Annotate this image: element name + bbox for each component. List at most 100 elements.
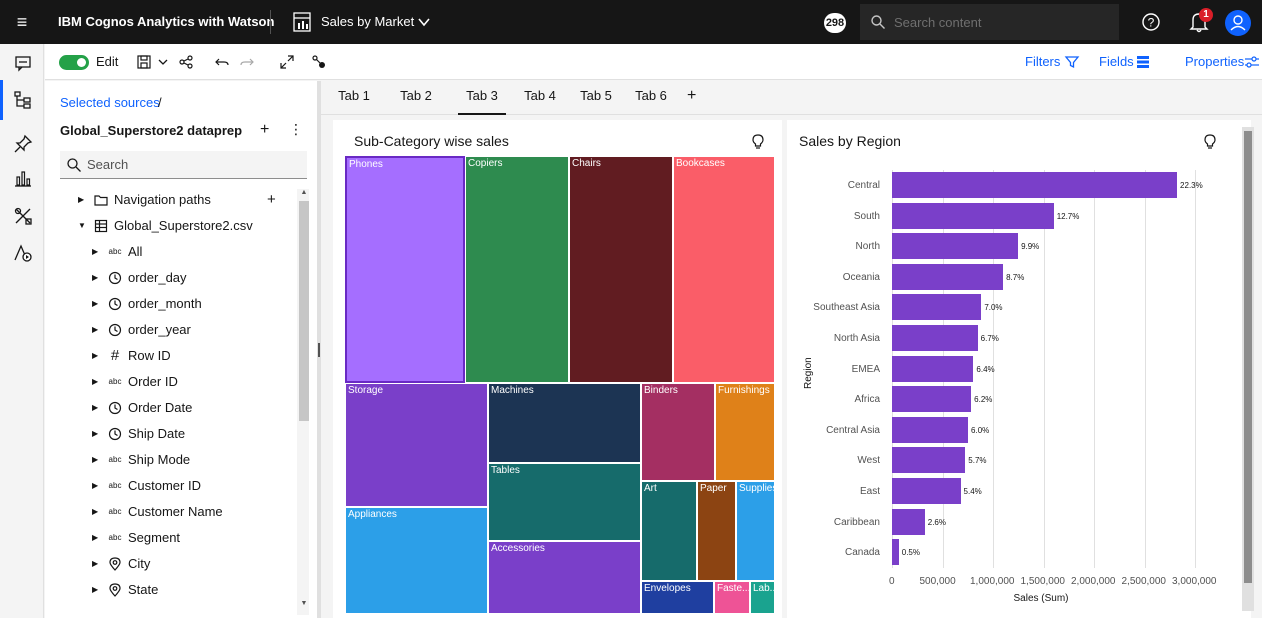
- add-tab-button[interactable]: +: [687, 81, 696, 111]
- treemap-cell[interactable]: Storage: [345, 383, 488, 507]
- caret-right-icon[interactable]: ▶: [92, 239, 102, 265]
- tab-3[interactable]: Tab 3: [458, 81, 506, 115]
- lightbulb-icon[interactable]: [1203, 134, 1217, 150]
- tree-item[interactable]: ▶ abc Customer Name: [45, 499, 298, 525]
- report-title[interactable]: Sales by Market: [321, 0, 414, 44]
- tab-2[interactable]: Tab 2: [391, 81, 441, 115]
- treemap-cell[interactable]: Lab...: [750, 581, 775, 614]
- tab-5[interactable]: Tab 5: [573, 81, 619, 115]
- caret-right-icon[interactable]: ▶: [92, 525, 102, 551]
- undo-icon[interactable]: [214, 54, 230, 70]
- tree-item[interactable]: ▶ abc Segment: [45, 525, 298, 551]
- edit-toggle[interactable]: [59, 55, 89, 70]
- chevron-down-icon[interactable]: [416, 14, 432, 30]
- caret-right-icon[interactable]: ▶: [92, 499, 102, 525]
- tree-item[interactable]: ▶ order_year: [45, 317, 298, 343]
- breadcrumb-selected-sources[interactable]: Selected sources: [60, 95, 160, 110]
- share-icon[interactable]: [178, 54, 194, 70]
- splitter-grip[interactable]: [318, 343, 320, 357]
- relationships-icon[interactable]: [311, 54, 327, 70]
- content-search-input[interactable]: [894, 4, 1114, 40]
- fields-button[interactable]: Fields: [1099, 44, 1134, 80]
- bar[interactable]: [892, 508, 925, 535]
- visualizations-icon[interactable]: [12, 167, 34, 189]
- caret-right-icon[interactable]: ▶: [92, 551, 102, 577]
- caret-right-icon[interactable]: ▶: [92, 395, 102, 421]
- treemap-cell[interactable]: Paper: [697, 481, 736, 581]
- fields-icon[interactable]: [1135, 54, 1151, 70]
- add-navigation-path-button[interactable]: +: [267, 187, 276, 213]
- filters-button[interactable]: Filters: [1025, 44, 1060, 80]
- bar[interactable]: [892, 202, 1054, 229]
- canvas-scrollbar[interactable]: [1242, 127, 1254, 611]
- tree-item[interactable]: ▶ abc Ship Mode: [45, 447, 298, 473]
- comment-icon[interactable]: [12, 52, 34, 74]
- treemap-cell[interactable]: Copiers: [465, 156, 569, 383]
- bar[interactable]: [892, 447, 966, 474]
- tree-item[interactable]: ▶ abc Order ID: [45, 369, 298, 395]
- tree-item[interactable]: ▶ State: [45, 577, 298, 603]
- pin-icon[interactable]: [12, 133, 34, 155]
- redo-icon[interactable]: [239, 54, 255, 70]
- treemap-cell[interactable]: Phones: [345, 156, 465, 383]
- bar[interactable]: [892, 294, 982, 321]
- bar[interactable]: [892, 325, 978, 351]
- scroll-down-arrow-icon[interactable]: ▼: [299, 600, 309, 607]
- treemap-cell[interactable]: Binders: [641, 383, 715, 481]
- bar[interactable]: [892, 539, 899, 566]
- data-tree-icon[interactable]: [12, 89, 34, 111]
- treemap-cell[interactable]: Envelopes: [641, 581, 714, 614]
- treemap-cell[interactable]: Accessories: [488, 541, 641, 614]
- treemap-cell[interactable]: Tables: [488, 463, 641, 541]
- tree-item[interactable]: ▶ order_day: [45, 265, 298, 291]
- add-source-button[interactable]: +: [260, 121, 269, 139]
- tree-item[interactable]: ▼ Global_Superstore2.csv: [45, 213, 298, 239]
- source-search-input[interactable]: [87, 151, 302, 178]
- properties-button[interactable]: Properties: [1185, 44, 1244, 80]
- hamburger-menu-icon[interactable]: ≡: [10, 10, 34, 34]
- caret-down-icon[interactable]: ▼: [78, 213, 88, 239]
- caret-right-icon[interactable]: ▶: [92, 291, 102, 317]
- canvas-scrollbar-thumb[interactable]: [1244, 131, 1252, 583]
- content-search[interactable]: [860, 4, 1119, 40]
- caret-right-icon[interactable]: ▶: [92, 421, 102, 447]
- treemap-cell[interactable]: Supplies: [736, 481, 775, 581]
- user-avatar[interactable]: [1225, 10, 1251, 36]
- overflow-menu-icon[interactable]: ⋮: [289, 121, 303, 138]
- tree-item[interactable]: ▶ abc All: [45, 239, 298, 265]
- filter-icon[interactable]: [1064, 54, 1080, 70]
- bar[interactable]: [892, 172, 1178, 198]
- caret-right-icon[interactable]: ▶: [92, 265, 102, 291]
- caret-right-icon[interactable]: ▶: [92, 317, 102, 343]
- bar[interactable]: [892, 263, 1004, 290]
- treemap-cell[interactable]: Chairs: [569, 156, 673, 383]
- chevron-down-icon[interactable]: [155, 54, 171, 70]
- treemap-cell[interactable]: Appliances: [345, 507, 488, 614]
- expand-icon[interactable]: [279, 54, 295, 70]
- caret-right-icon[interactable]: ▶: [78, 187, 88, 213]
- bar[interactable]: [892, 233, 1019, 260]
- caret-right-icon[interactable]: ▶: [92, 447, 102, 473]
- treemap-cell[interactable]: Machines: [488, 383, 641, 463]
- tab-4[interactable]: Tab 4: [517, 81, 563, 115]
- help-icon[interactable]: ?: [1141, 12, 1161, 32]
- tree-item[interactable]: ▶ Ship Date: [45, 421, 298, 447]
- caret-right-icon[interactable]: ▶: [92, 577, 102, 603]
- scroll-up-arrow-icon[interactable]: ▲: [299, 189, 309, 196]
- bar[interactable]: [892, 416, 969, 443]
- tools-icon[interactable]: [12, 205, 34, 227]
- assistant-icon[interactable]: [12, 242, 34, 264]
- bar[interactable]: [892, 386, 972, 413]
- caret-right-icon[interactable]: ▶: [92, 369, 102, 395]
- save-icon[interactable]: [136, 54, 152, 70]
- tree-item[interactable]: ▶ order_month: [45, 291, 298, 317]
- lightbulb-icon[interactable]: [751, 134, 765, 150]
- tab-1[interactable]: Tab 1: [333, 81, 375, 115]
- source-search[interactable]: [60, 151, 307, 179]
- treemap-cell[interactable]: Art: [641, 481, 697, 581]
- tab-6[interactable]: Tab 6: [629, 81, 673, 115]
- caret-right-icon[interactable]: ▶: [92, 473, 102, 499]
- tree-item[interactable]: ▶ Order Date: [45, 395, 298, 421]
- tree-scrollbar-thumb[interactable]: [299, 201, 309, 421]
- bar[interactable]: [892, 478, 961, 504]
